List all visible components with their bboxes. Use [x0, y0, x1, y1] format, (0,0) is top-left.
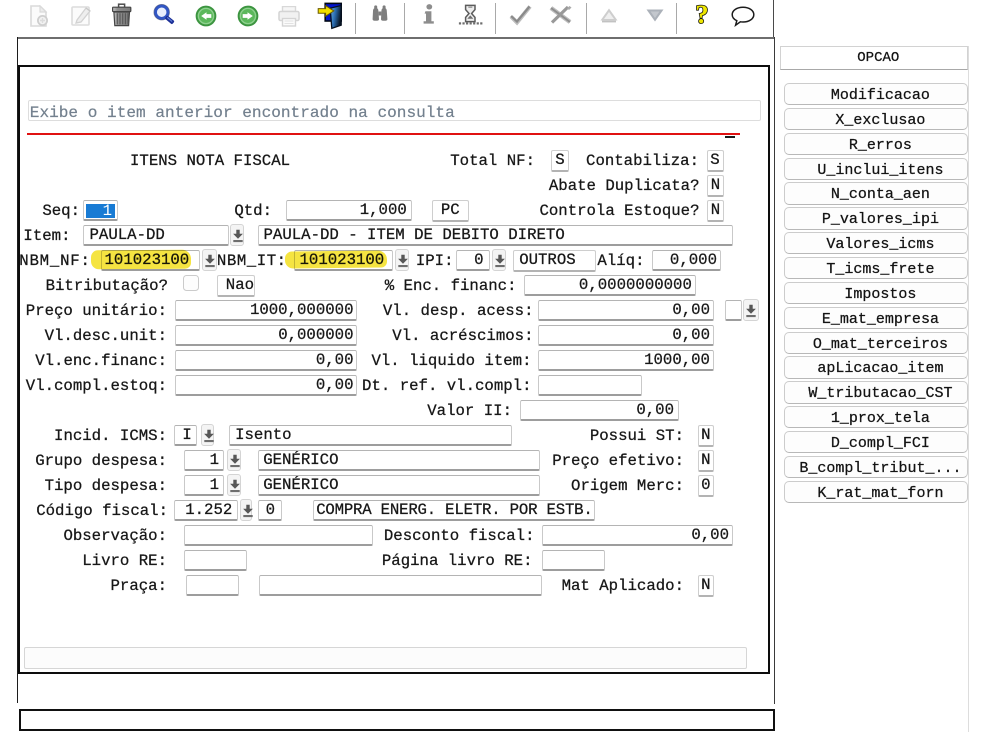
svg-text:?: ? [695, 1, 708, 28]
